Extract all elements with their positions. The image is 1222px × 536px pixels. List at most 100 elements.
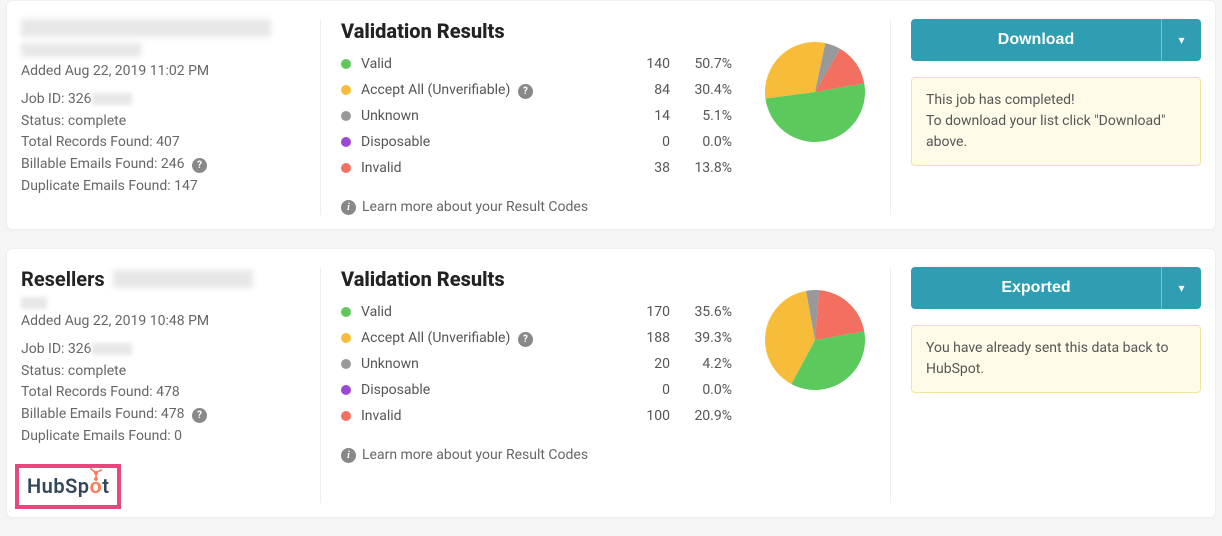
download-button[interactable]: Download [911, 19, 1161, 61]
stat-row-accept: Accept All (Unverifiable) ? 84 30.4% [341, 77, 740, 103]
job-card: Resellers Added Aug 22, 2019 10:48 PM Jo… [6, 248, 1216, 518]
dot-valid-icon [341, 59, 351, 69]
stat-count: 0 [610, 382, 670, 398]
hubspot-logo-icon: HubSpȯt [27, 474, 109, 499]
dot-unknown-icon [341, 359, 351, 369]
stat-label: Accept All (Unverifiable) ? [361, 330, 610, 347]
stat-pct: 39.3% [670, 330, 740, 346]
stat-count: 140 [610, 56, 670, 72]
stat-label: Invalid [361, 160, 610, 176]
job-details: Added Aug 22, 2019 11:02 PM Job ID: 326 … [21, 19, 321, 215]
dot-invalid-icon [341, 163, 351, 173]
dot-invalid-icon [341, 411, 351, 421]
stat-row-unknown: Unknown 14 5.1% [341, 103, 740, 129]
pie-chart-icon [760, 285, 870, 395]
stat-count: 38 [610, 160, 670, 176]
exported-dropdown-button[interactable]: ▾ [1161, 267, 1201, 309]
download-dropdown-button[interactable]: ▾ [1161, 19, 1201, 61]
job-id: Job ID: 326 [21, 89, 308, 111]
job-title: Resellers [21, 267, 105, 291]
job-card: Added Aug 22, 2019 11:02 PM Job ID: 326 … [6, 0, 1216, 230]
job-status: Status: complete [21, 111, 308, 133]
pie-chart [740, 267, 890, 503]
stat-row-invalid: Invalid 38 13.8% [341, 155, 740, 181]
job-added: Added Aug 22, 2019 11:02 PM [21, 63, 308, 79]
job-billable: Billable Emails Found: 478 ? [21, 404, 308, 426]
stat-pct: 35.6% [670, 304, 740, 320]
stat-pct: 4.2% [670, 356, 740, 372]
stat-label: Disposable [361, 382, 610, 398]
stat-count: 170 [610, 304, 670, 320]
stat-count: 188 [610, 330, 670, 346]
learn-more-link[interactable]: i Learn more about your Result Codes [341, 447, 740, 463]
job-title-redacted [113, 270, 253, 288]
job-title-redacted [21, 19, 271, 37]
stat-label: Valid [361, 56, 610, 72]
chevron-down-icon: ▾ [1178, 33, 1184, 47]
actions-panel: Exported ▾ You have already sent this da… [891, 267, 1201, 503]
stat-count: 14 [610, 108, 670, 124]
job-details: Resellers Added Aug 22, 2019 10:48 PM Jo… [21, 267, 321, 503]
stat-pct: 0.0% [670, 134, 740, 150]
stat-pct: 5.1% [670, 108, 740, 124]
stat-row-disposable: Disposable 0 0.0% [341, 129, 740, 155]
stat-pct: 0.0% [670, 382, 740, 398]
pie-chart-icon [760, 37, 870, 147]
stat-label: Disposable [361, 134, 610, 150]
validation-results: Validation Results Valid 140 50.7% Accep… [321, 19, 891, 215]
pie-chart [740, 19, 890, 215]
stat-row-accept: Accept All (Unverifiable) ? 188 39.3% [341, 325, 740, 351]
help-icon[interactable]: ? [518, 332, 533, 347]
notice-line: To download your list click "Download" a… [926, 111, 1186, 153]
help-icon[interactable]: ? [192, 158, 207, 173]
stat-count: 20 [610, 356, 670, 372]
job-title-redacted [21, 43, 141, 57]
stat-label: Unknown [361, 108, 610, 124]
stat-row-invalid: Invalid 100 20.9% [341, 403, 740, 429]
stat-label: Invalid [361, 408, 610, 424]
job-duplicate: Duplicate Emails Found: 0 [21, 426, 308, 448]
stat-count: 84 [610, 82, 670, 98]
stat-label: Unknown [361, 356, 610, 372]
help-icon[interactable]: ? [192, 408, 207, 423]
status-notice: You have already sent this data back to … [911, 325, 1201, 393]
chevron-down-icon: ▾ [1178, 281, 1184, 295]
job-total-records: Total Records Found: 407 [21, 132, 308, 154]
dot-valid-icon [341, 307, 351, 317]
job-title-redacted [21, 297, 47, 309]
stat-count: 100 [610, 408, 670, 424]
stat-row-valid: Valid 140 50.7% [341, 51, 740, 77]
notice-line: This job has completed! [926, 90, 1186, 111]
dot-disposable-icon [341, 385, 351, 395]
job-added: Added Aug 22, 2019 10:48 PM [21, 313, 308, 329]
stat-pct: 20.9% [670, 408, 740, 424]
dot-unknown-icon [341, 111, 351, 121]
job-billable: Billable Emails Found: 246 ? [21, 154, 308, 176]
job-total-records: Total Records Found: 478 [21, 382, 308, 404]
status-notice: This job has completed! To download your… [911, 77, 1201, 166]
dot-accept-icon [341, 333, 351, 343]
notice-line: You have already sent this data back to … [926, 338, 1186, 380]
job-duplicate: Duplicate Emails Found: 147 [21, 176, 308, 198]
job-status: Status: complete [21, 361, 308, 383]
help-icon[interactable]: ? [518, 84, 533, 99]
stat-pct: 13.8% [670, 160, 740, 176]
stat-row-unknown: Unknown 20 4.2% [341, 351, 740, 377]
stat-pct: 50.7% [670, 56, 740, 72]
validation-results: Validation Results Valid 170 35.6% Accep… [321, 267, 891, 503]
stat-row-disposable: Disposable 0 0.0% [341, 377, 740, 403]
stat-pct: 30.4% [670, 82, 740, 98]
stat-label: Accept All (Unverifiable) ? [361, 82, 610, 99]
job-id: Job ID: 326 [21, 339, 308, 361]
validation-results-title: Validation Results [341, 267, 740, 291]
stat-row-valid: Valid 170 35.6% [341, 299, 740, 325]
exported-button[interactable]: Exported [911, 267, 1161, 309]
actions-panel: Download ▾ This job has completed! To do… [891, 19, 1201, 215]
dot-disposable-icon [341, 137, 351, 147]
dot-accept-icon [341, 85, 351, 95]
validation-results-title: Validation Results [341, 19, 740, 43]
learn-more-link[interactable]: i Learn more about your Result Codes [341, 199, 740, 215]
stat-count: 0 [610, 134, 670, 150]
stat-label: Valid [361, 304, 610, 320]
info-icon: i [341, 448, 356, 463]
